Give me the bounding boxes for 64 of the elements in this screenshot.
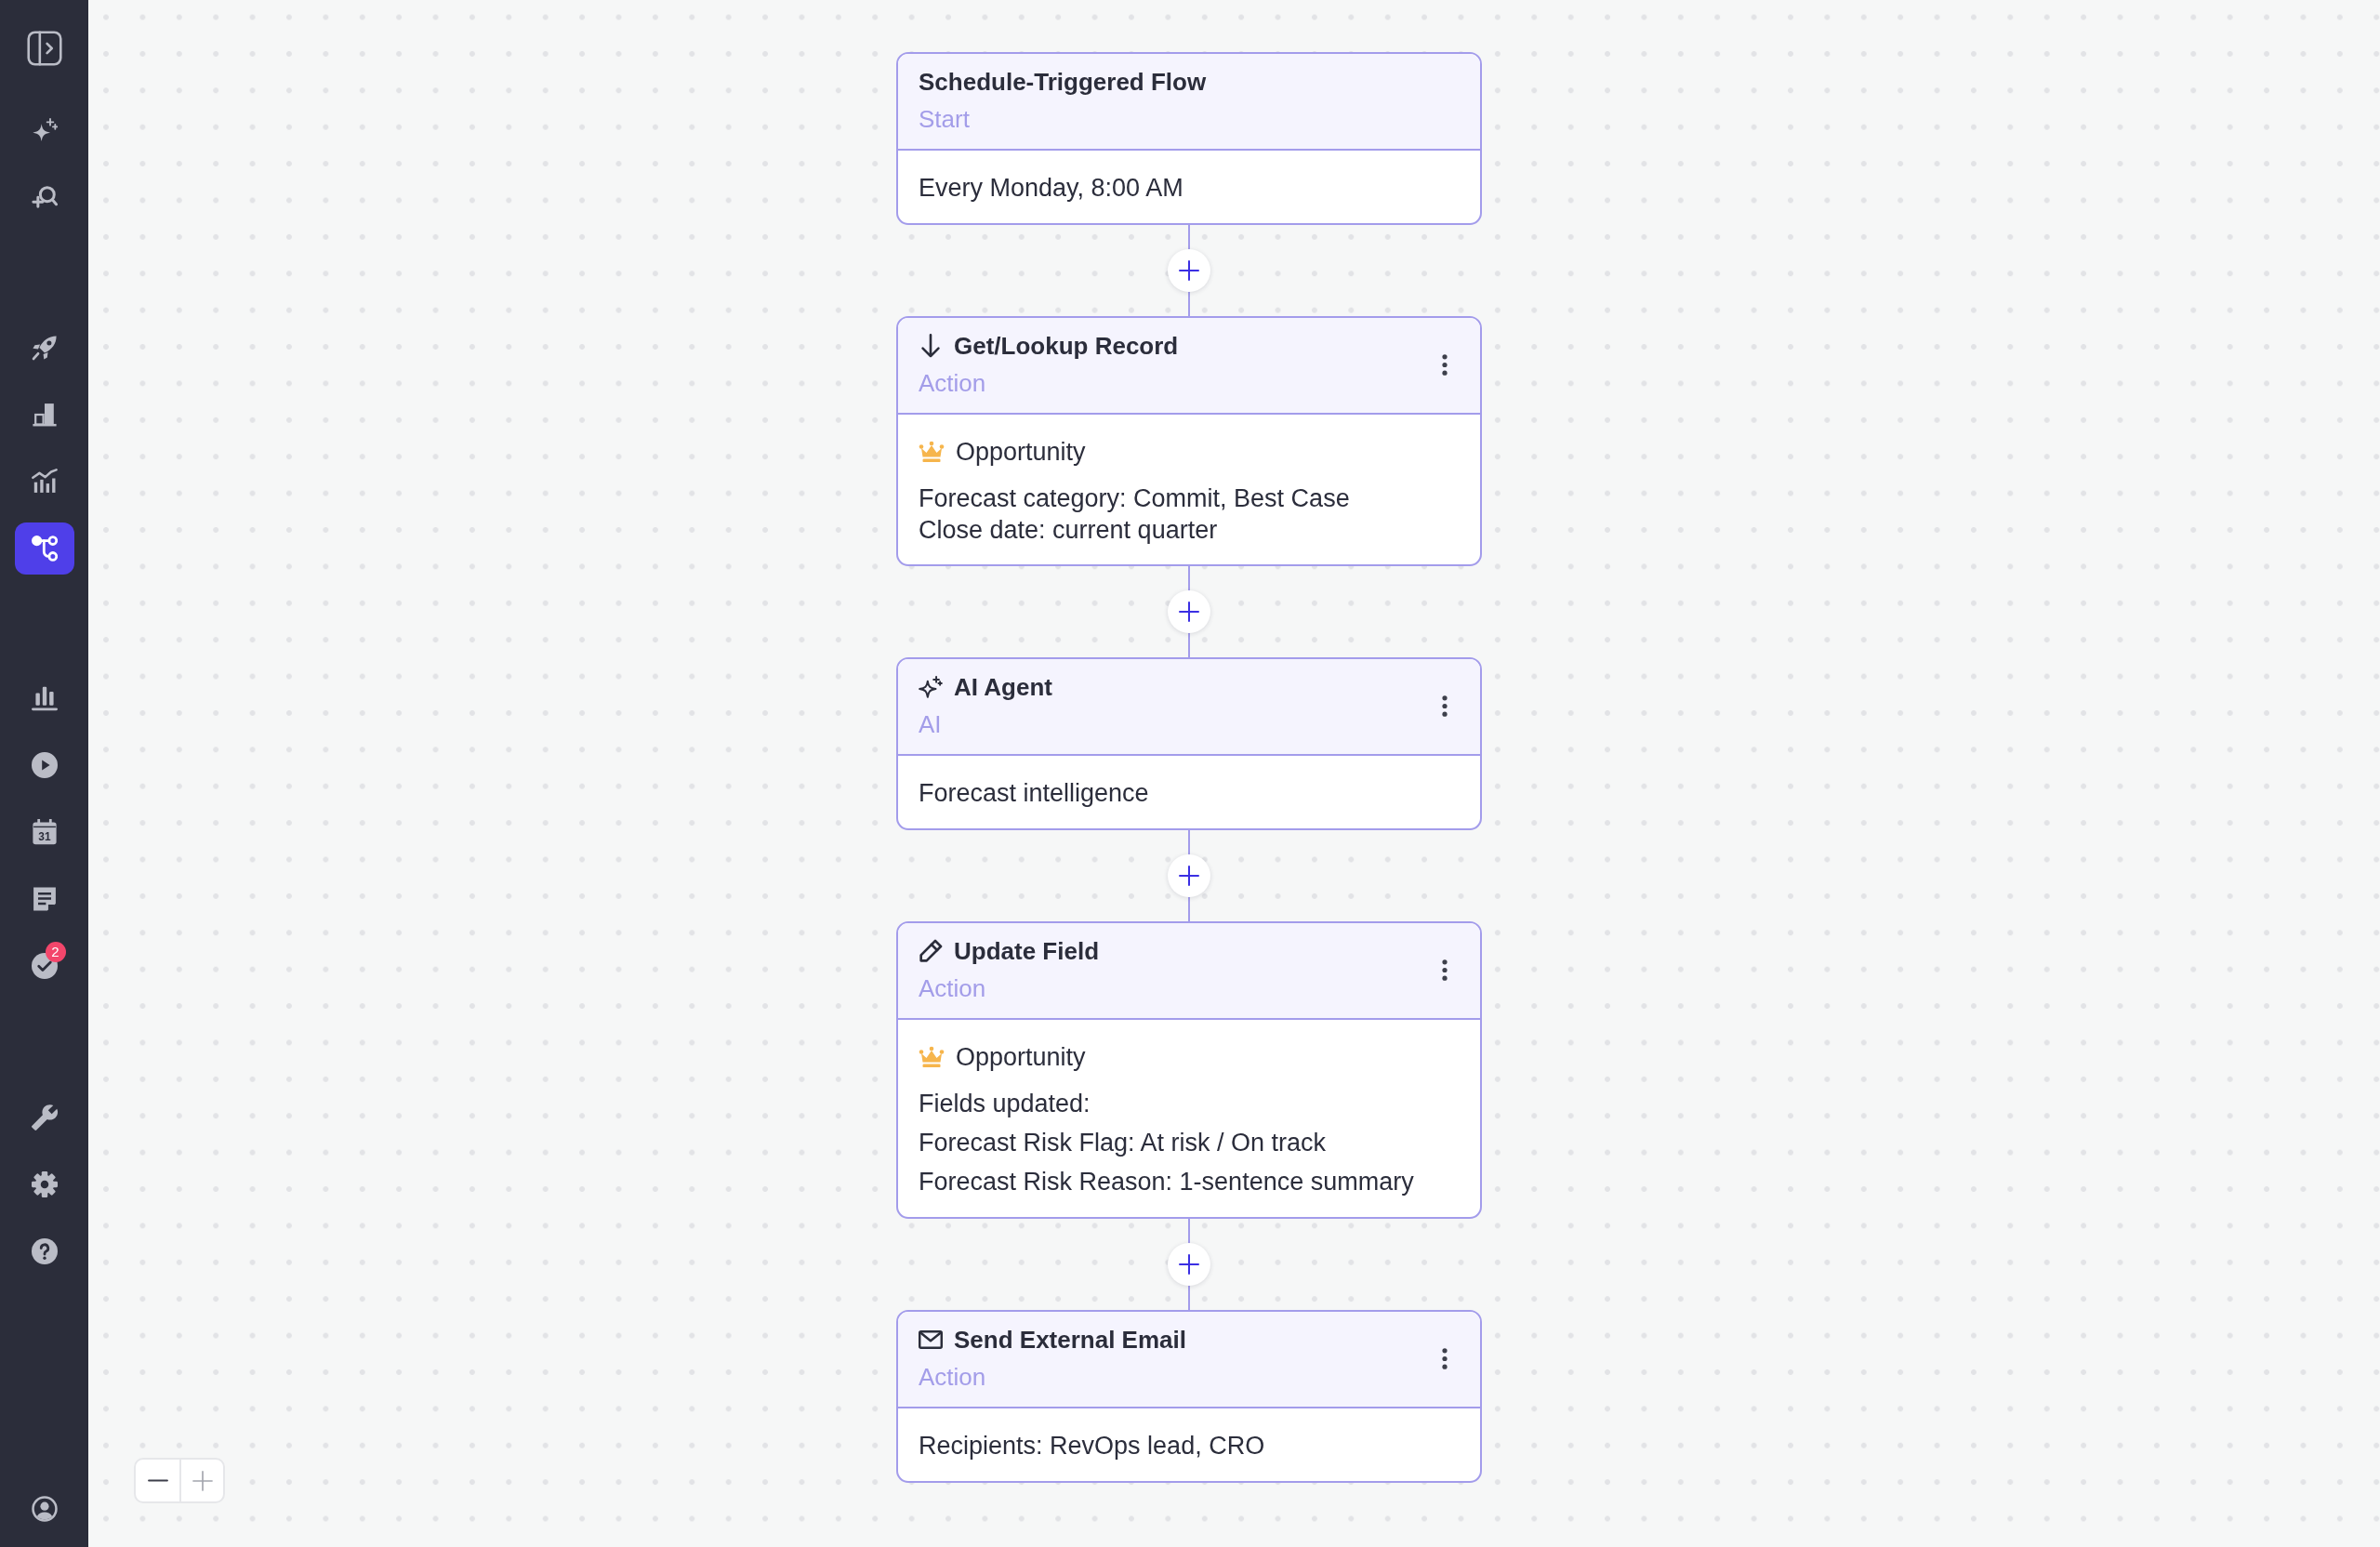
flow-node-card[interactable]: Update Field Action Opportunity Fields updated: Forecast Risk Flag: At risk / On track Forecast Risk Reason: 1-sentence summary	[896, 921, 1482, 1219]
crown-icon	[919, 1046, 945, 1068]
kebab-menu-icon	[1442, 694, 1448, 717]
filter-condition: Close date: current quarter	[919, 515, 1218, 546]
trend-chart-icon	[31, 469, 58, 495]
plus-icon	[192, 1470, 213, 1491]
search-plus-icon	[31, 184, 58, 210]
bar-chart-icon	[31, 685, 58, 711]
plus-icon	[1179, 1254, 1199, 1275]
note-icon	[31, 886, 58, 912]
kebab-menu-icon	[1442, 959, 1448, 981]
updated-field: Forecast Risk Flag: At risk / On track	[919, 1126, 1327, 1159]
node-title: Update Field	[954, 936, 1099, 967]
node-type-label: Action	[919, 973, 986, 1004]
node-title: Send External Email	[954, 1325, 1186, 1355]
sidebar-toggle-icon	[26, 31, 62, 66]
plus-icon	[1179, 602, 1199, 622]
pencil-icon	[919, 939, 943, 963]
node-title: AI Agent	[954, 672, 1052, 703]
updated-field: Forecast Risk Reason: 1-sentence summary	[919, 1165, 1414, 1198]
node-title: Schedule-Triggered Flow	[919, 67, 1207, 98]
kebab-menu-icon	[1442, 1347, 1448, 1369]
add-step-button[interactable]	[1168, 249, 1210, 292]
arrow-down-icon	[919, 334, 943, 358]
kebab-menu-icon	[1442, 353, 1448, 376]
node-type-label: Action	[919, 368, 986, 399]
user-circle-icon	[31, 1496, 58, 1522]
envelope-icon	[919, 1330, 943, 1349]
flow-node-card[interactable]: Send External Email Action Recipients: RevOps lead, CRO	[896, 1310, 1482, 1483]
minus-icon	[147, 1479, 168, 1482]
node-summary: Every Monday, 8:00 AM	[919, 173, 1183, 204]
record-type: Opportunity	[956, 1042, 1086, 1073]
node-summary: Forecast intelligence	[919, 778, 1149, 809]
sparkle-icon	[31, 117, 58, 143]
record-type: Opportunity	[956, 437, 1086, 468]
add-step-button[interactable]	[1168, 854, 1210, 897]
filter-condition: Forecast category: Commit, Best Case	[919, 483, 1350, 514]
flow-node-card[interactable]: Get/Lookup Record Action Opportunity Forecast category: Commit, Best Case Close date: current quarter	[896, 316, 1482, 566]
bar-chart-icon	[31, 402, 58, 428]
rocket-icon	[31, 335, 58, 361]
fields-label: Fields updated:	[919, 1089, 1091, 1119]
node-type-label: Action	[919, 1362, 986, 1393]
plus-icon	[1179, 866, 1199, 886]
add-step-button[interactable]	[1168, 1243, 1210, 1286]
play-icon	[31, 752, 58, 778]
sparkle-icon	[919, 675, 943, 699]
flow-node-card[interactable]: AI Agent AI Forecast intelligence	[896, 657, 1482, 830]
sidebar-button[interactable]: 2	[14, 940, 74, 992]
crown-icon	[919, 441, 945, 463]
help-icon	[31, 1238, 58, 1264]
wrench-icon	[31, 1104, 58, 1130]
calendar-icon: 31	[31, 819, 58, 845]
node-type-label: Start	[919, 104, 970, 135]
node-type-label: AI	[919, 709, 942, 740]
node-title: Get/Lookup Record	[954, 331, 1179, 362]
plus-icon	[1179, 260, 1199, 281]
settings-icon	[31, 1171, 58, 1197]
flow-nodes-icon	[31, 536, 58, 562]
sidebar-button[interactable]: 31	[14, 806, 74, 858]
notification-badge: 2	[45, 942, 66, 962]
node-summary: Recipients: RevOps lead, CRO	[919, 1431, 1265, 1461]
flow-node-card[interactable]: Schedule-Triggered Flow Start Every Monday, 8:00 AM	[896, 52, 1482, 225]
add-step-button[interactable]	[1168, 590, 1210, 633]
sidebar-button[interactable]	[14, 522, 74, 575]
